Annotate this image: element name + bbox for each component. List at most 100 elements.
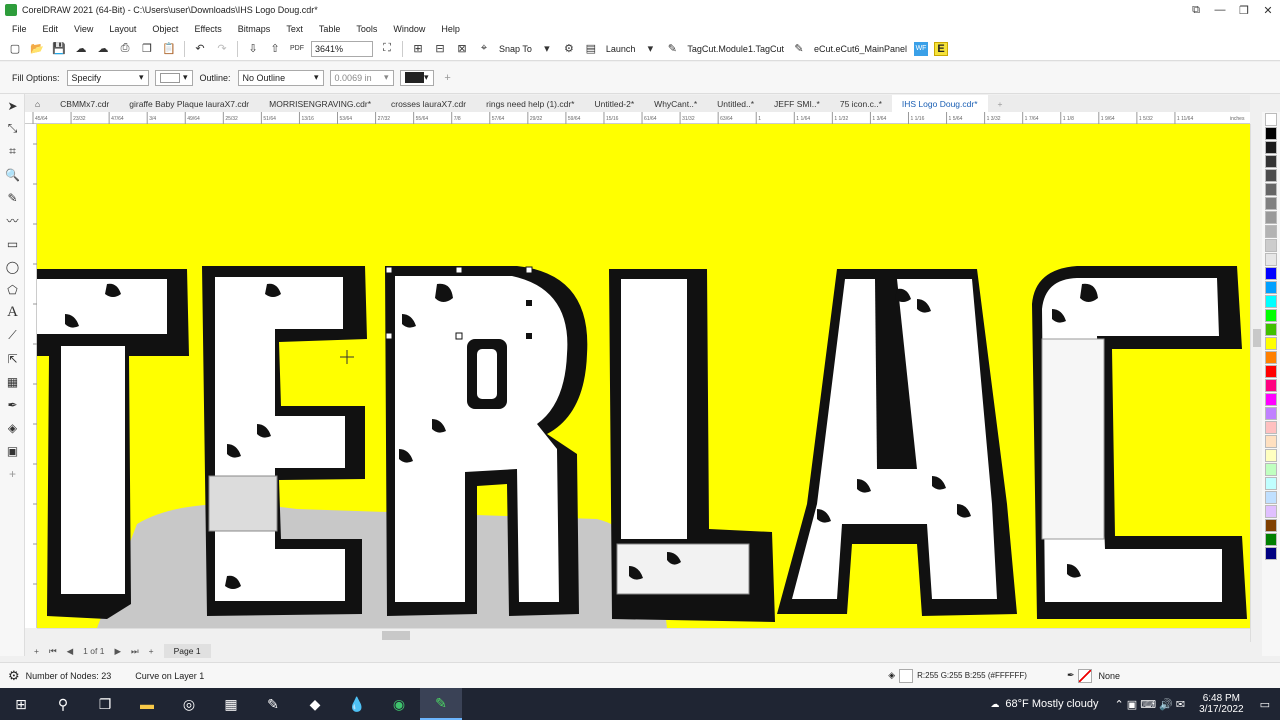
eyedropper-tool-icon[interactable]: ✒ xyxy=(0,393,25,416)
launch-icon[interactable]: ▤ xyxy=(583,41,599,57)
snap-to-dropdown[interactable]: Snap To xyxy=(499,44,532,54)
crop-tool-icon[interactable]: ⌗ xyxy=(0,140,25,163)
tagcut-icon[interactable]: ✎ xyxy=(664,41,680,57)
menu-file[interactable]: File xyxy=(4,24,35,34)
tagcut-macro-button[interactable]: TagCut.Module1.TagCut xyxy=(687,44,784,54)
app-icon[interactable]: ✎ xyxy=(252,688,294,720)
color-swatch[interactable] xyxy=(1265,351,1277,364)
open-folder-icon[interactable]: 📂 xyxy=(29,41,45,57)
add-icon[interactable]: + xyxy=(440,70,456,86)
color-swatch[interactable] xyxy=(1265,533,1277,546)
horizontal-ruler[interactable]: 45/64 23/32 47/64 3/4 49/64 25/32 51/64 13/16 53… xyxy=(25,112,1250,124)
color-swatch[interactable] xyxy=(1265,127,1277,140)
horizontal-scrollbar[interactable] xyxy=(37,628,1250,642)
wf-macro-icon[interactable]: WF xyxy=(914,41,929,56)
ecut-icon[interactable]: ✎ xyxy=(791,41,807,57)
add-tab-icon[interactable]: + xyxy=(988,99,1013,109)
undo-icon[interactable]: ↶ xyxy=(192,41,208,57)
notification-icon[interactable]: ▭ xyxy=(1260,698,1270,711)
menu-view[interactable]: View xyxy=(66,24,101,34)
color-swatch[interactable] xyxy=(1265,547,1277,560)
file-explorer-icon[interactable]: ▬ xyxy=(126,688,168,720)
app-icon[interactable]: 💧 xyxy=(336,688,378,720)
gear-icon[interactable]: ⚙ xyxy=(561,41,577,57)
color-swatch[interactable] xyxy=(1265,379,1277,392)
text-tool-icon[interactable]: A xyxy=(0,301,25,324)
import-icon[interactable]: ⇩ xyxy=(245,41,261,57)
menu-effects[interactable]: Effects xyxy=(186,24,229,34)
outline-color-picker[interactable]: ▾ xyxy=(399,69,434,86)
color-swatch[interactable] xyxy=(1265,239,1277,252)
letter-e[interactable] xyxy=(202,266,367,616)
color-swatch[interactable] xyxy=(1265,155,1277,168)
color-swatch[interactable] xyxy=(1265,477,1277,490)
drawing-canvas[interactable] xyxy=(37,124,1250,628)
copy-icon[interactable]: ❐ xyxy=(139,41,155,57)
coreldraw-taskbar-icon[interactable]: ✎ xyxy=(420,688,462,720)
menu-text[interactable]: Text xyxy=(278,24,311,34)
show-grid-icon[interactable]: ⊟ xyxy=(432,41,448,57)
maximize-button[interactable]: ❐ xyxy=(1232,0,1256,20)
first-page-icon[interactable]: ⏮ xyxy=(49,646,57,657)
polygon-tool-icon[interactable]: ⬠ xyxy=(0,278,25,301)
weather-icon[interactable]: ☁ xyxy=(990,699,999,710)
cloud-upload-icon[interactable]: ☁ xyxy=(73,41,89,57)
color-swatch[interactable] xyxy=(1265,169,1277,182)
shape-tool-icon[interactable]: ⤡ xyxy=(0,117,25,140)
tab-document[interactable]: 75 icon.c..* xyxy=(830,99,892,109)
fill-options-select[interactable]: Specify ▾ xyxy=(66,69,149,86)
ecut-macro-button[interactable]: eCut.eCut6_MainPanel xyxy=(814,44,907,54)
windows-start-icon[interactable]: ⊞ xyxy=(0,688,42,720)
color-swatch[interactable] xyxy=(1265,365,1277,378)
color-swatch[interactable] xyxy=(1265,295,1277,308)
gear-icon[interactable]: ⚙ xyxy=(8,668,20,684)
color-swatch[interactable] xyxy=(1265,505,1277,518)
task-view-icon[interactable]: ❐ xyxy=(84,688,126,720)
color-swatch[interactable] xyxy=(1265,197,1277,210)
add-tool-icon[interactable]: + xyxy=(0,462,25,485)
scroll-thumb[interactable] xyxy=(382,631,410,640)
weather-text[interactable]: 68°F Mostly cloudy xyxy=(1005,698,1098,710)
tab-document[interactable]: WhyCant..* xyxy=(644,99,707,109)
chevron-down-icon[interactable]: ▾ xyxy=(642,41,658,57)
color-swatch[interactable] xyxy=(1265,141,1277,154)
smart-fill-tool-icon[interactable]: ▣ xyxy=(0,439,25,462)
connector-tool-icon[interactable]: ⇱ xyxy=(0,347,25,370)
pick-tool-icon[interactable]: ➤ xyxy=(0,94,25,117)
menu-object[interactable]: Object xyxy=(144,24,186,34)
artistic-media-tool-icon[interactable]: 〰 xyxy=(0,209,25,232)
outline-none-swatch[interactable] xyxy=(1078,668,1093,683)
zoom-tool-icon[interactable]: 🔍 xyxy=(0,163,25,186)
tab-document[interactable]: crosses lauraX7.cdr xyxy=(381,99,476,109)
tab-document[interactable]: rings need help (1).cdr* xyxy=(476,99,584,109)
menu-help[interactable]: Help xyxy=(433,24,468,34)
restore-mini-icon[interactable]: ⧉ xyxy=(1184,0,1208,20)
tab-document[interactable]: giraffe Baby Plaque lauraX7.cdr xyxy=(119,99,259,109)
transparency-tool-icon[interactable]: ▦ xyxy=(0,370,25,393)
color-swatch[interactable] xyxy=(1265,491,1277,504)
tray-icons[interactable]: ⌃ ▣ ⌨ 🔊 ✉ xyxy=(1114,698,1185,711)
scroll-thumb[interactable] xyxy=(1253,329,1261,347)
app-icon[interactable]: ◎ xyxy=(168,688,210,720)
full-screen-icon[interactable]: ⛶ xyxy=(379,41,395,57)
color-swatch[interactable] xyxy=(1265,113,1277,126)
color-swatch[interactable] xyxy=(1265,393,1277,406)
print-icon[interactable]: ⎙ xyxy=(117,41,133,57)
snap-icon[interactable]: ⌖ xyxy=(476,41,492,57)
tab-document-active[interactable]: IHS Logo Doug.cdr* xyxy=(891,95,988,112)
minimize-button[interactable]: — xyxy=(1208,0,1232,20)
color-swatch[interactable] xyxy=(1265,253,1277,266)
menu-table[interactable]: Table xyxy=(311,24,349,34)
color-swatch[interactable] xyxy=(1265,519,1277,532)
launch-button[interactable]: Launch xyxy=(606,44,636,54)
fill-color-picker[interactable]: ▾ xyxy=(154,69,193,86)
cloud-download-icon[interactable]: ☁ xyxy=(95,41,111,57)
e-macro-icon[interactable]: E xyxy=(934,41,949,56)
vertical-scrollbar[interactable] xyxy=(1250,124,1262,642)
color-swatch[interactable] xyxy=(1265,225,1277,238)
ellipse-tool-icon[interactable]: ◯ xyxy=(0,255,25,278)
color-swatch[interactable] xyxy=(1265,183,1277,196)
color-swatch[interactable] xyxy=(1265,449,1277,462)
app-icon[interactable]: ▦ xyxy=(210,688,252,720)
tab-document[interactable]: MORRISENGRAVING.cdr* xyxy=(259,99,381,109)
